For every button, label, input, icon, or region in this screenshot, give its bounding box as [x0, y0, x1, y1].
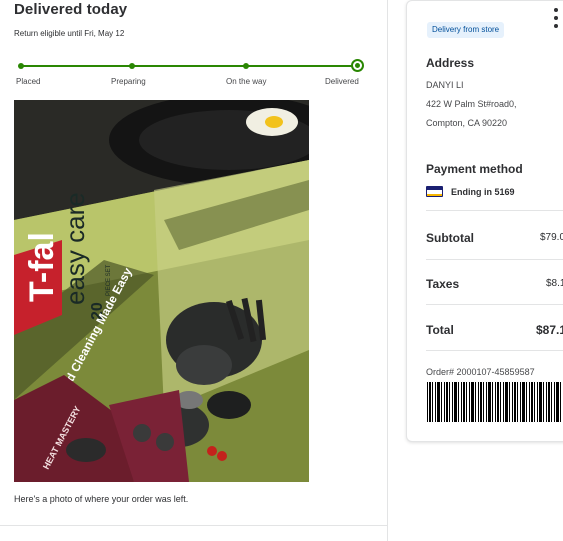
order-number: Order# 2000107-45859587	[426, 367, 535, 377]
order-summary-card: Delivery from store Address DANYI LI 422…	[406, 0, 563, 442]
step-dot-placed	[18, 63, 24, 69]
address-name: DANYI LI	[426, 80, 464, 90]
photo-caption: Here's a photo of where your order was l…	[14, 494, 189, 504]
divider	[426, 210, 563, 211]
step-dot-delivered	[351, 59, 364, 72]
step-label-delivered: Delivered	[325, 77, 359, 86]
payment-heading: Payment method	[426, 162, 523, 176]
delivery-progress-tracker: Placed Preparing On the way Delivered	[16, 59, 364, 90]
address-line-1: 422 W Palm St#road0,	[426, 99, 517, 109]
step-dot-preparing	[129, 63, 135, 69]
progress-line	[20, 65, 358, 67]
total-label: Total	[426, 323, 454, 337]
taxes-label: Taxes	[426, 277, 460, 291]
taxes-value: $8.1	[546, 278, 563, 289]
payment-card-label: Ending in 5169	[451, 186, 515, 197]
photo-brand-text: T-fal	[23, 232, 61, 302]
delivery-photo[interactable]: T-fal easy care 20 PIECE SET Cooking and…	[14, 100, 309, 482]
address-line-2: Compton, CA 90220	[426, 118, 508, 128]
step-dot-on-the-way	[243, 63, 249, 69]
divider	[426, 350, 563, 351]
divider	[426, 304, 563, 305]
delivery-status-title: Delivered today	[14, 1, 128, 18]
subtotal-label: Subtotal	[426, 231, 474, 245]
section-divider	[0, 525, 387, 526]
visa-card-icon	[426, 186, 443, 197]
total-value: $87.1	[536, 323, 563, 337]
more-vertical-icon[interactable]	[553, 8, 559, 28]
payment-card-row: Ending in 5169	[426, 186, 515, 197]
address-heading: Address	[426, 56, 475, 70]
subtotal-value: $79.0	[540, 232, 563, 243]
return-eligibility-note: Return eligible until Fri, May 12	[14, 29, 125, 38]
step-label-on-the-way: On the way	[226, 77, 267, 86]
step-label-preparing: Preparing	[111, 77, 146, 86]
fulfillment-badge: Delivery from store	[427, 22, 505, 38]
order-status-panel: Delivered today Return eligible until Fr…	[0, 0, 388, 541]
divider	[426, 259, 563, 260]
step-label-placed: Placed	[16, 77, 41, 86]
barcode-icon	[427, 382, 563, 422]
photo-line-text: easy care	[60, 192, 90, 305]
